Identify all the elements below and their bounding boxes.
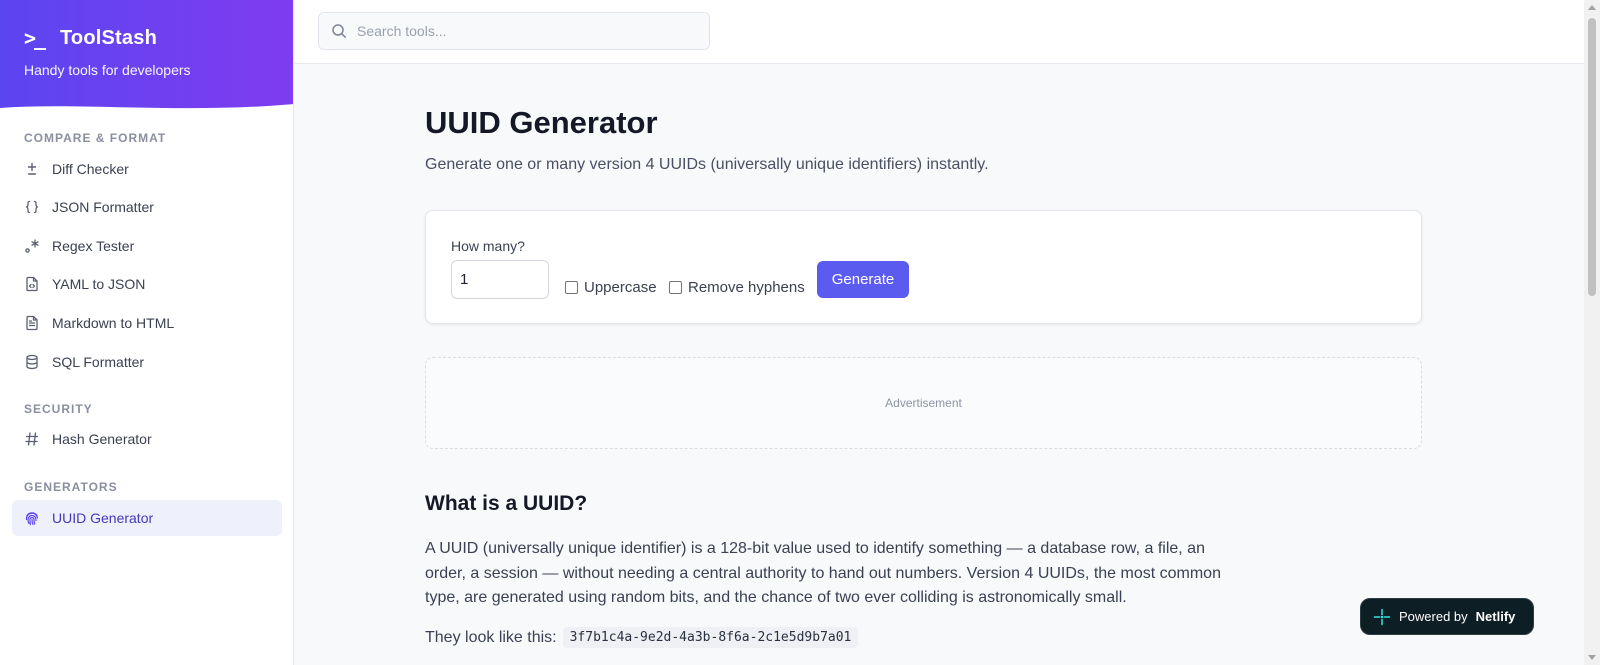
hash-icon <box>24 431 40 447</box>
remove-hyphens-option[interactable]: Remove hyphens <box>669 279 805 296</box>
fingerprint-icon <box>24 510 40 526</box>
section-security: SECURITY <box>24 402 93 416</box>
sidebar-item-hash-generator[interactable]: Hash Generator <box>12 421 282 457</box>
sidebar-item-regex-tester[interactable]: Regex Tester <box>12 228 282 264</box>
sidebar-item-sql-formatter[interactable]: SQL Formatter <box>12 344 282 380</box>
sidebar-item-label: Diff Checker <box>52 161 129 177</box>
sidebar-item-yaml-to-json[interactable]: YAML to JSON <box>12 266 282 302</box>
netlify-prefix: Powered by <box>1399 609 1468 624</box>
what-is-uuid-heading: What is a UUID? <box>425 492 588 515</box>
brand-header: >_ ToolStash Handy tools for developers <box>0 0 293 115</box>
page-title: UUID Generator <box>425 105 658 140</box>
remove-hyphens-label: Remove hyphens <box>688 279 805 296</box>
uppercase-label: Uppercase <box>584 279 657 296</box>
sidebar-item-label: YAML to JSON <box>52 276 146 292</box>
generate-button[interactable]: Generate <box>817 261 909 298</box>
sidebar-item-diff-checker[interactable]: Diff Checker <box>12 151 282 187</box>
page-subtitle: Generate one or many version 4 UUIDs (un… <box>425 156 989 173</box>
remove-hyphens-checkbox[interactable] <box>669 281 682 294</box>
netlify-logo-icon <box>1373 608 1391 625</box>
advertisement-label: Advertisement <box>885 396 962 410</box>
section-generators: GENERATORS <box>24 480 118 494</box>
how-many-label: How many? <box>451 238 525 254</box>
brand-tagline: Handy tools for developers <box>24 62 191 78</box>
regex-icon <box>24 238 40 254</box>
sidebar-item-markdown-to-html[interactable]: Markdown to HTML <box>12 305 282 341</box>
what-is-uuid-paragraph: A UUID (universally unique identifier) i… <box>425 540 1221 606</box>
netlify-name: Netlify <box>1475 609 1516 624</box>
section-compare-format: COMPARE & FORMAT <box>24 131 167 145</box>
database-icon <box>24 354 40 370</box>
search-input[interactable] <box>357 23 677 39</box>
sidebar: >_ ToolStash Handy tools for developers … <box>0 0 294 665</box>
example-uuid: 3f7b1c4a-9e2d-4a3b-8f6a-2c1e5d9b7a01 <box>562 627 859 648</box>
generator-card: How many? Uppercase Remove hyphens Gener… <box>425 210 1422 324</box>
sidebar-item-label: SQL Formatter <box>52 354 145 370</box>
top-bar <box>295 0 1584 64</box>
advertisement-slot: Advertisement <box>425 357 1422 449</box>
example-prefix: They look like this: <box>425 628 557 646</box>
page-scrollbar[interactable] <box>1584 0 1600 665</box>
quantity-input[interactable] <box>451 260 549 299</box>
search-icon <box>332 24 346 38</box>
sidebar-item-label: JSON Formatter <box>52 199 154 215</box>
brand-row[interactable]: >_ ToolStash <box>24 26 269 50</box>
sidebar-item-label: UUID Generator <box>52 510 154 526</box>
search-box[interactable] <box>318 12 710 50</box>
uppercase-option[interactable]: Uppercase <box>565 279 657 296</box>
main-content: UUID Generator Generate one or many vers… <box>295 65 1584 665</box>
scroll-down-arrow-icon[interactable] <box>1588 655 1596 660</box>
scroll-up-arrow-icon[interactable] <box>1588 5 1596 10</box>
sidebar-item-json-formatter[interactable]: JSON Formatter <box>12 189 282 225</box>
uuid-example: They look like this: 3f7b1c4a-9e2d-4a3b-… <box>425 627 859 648</box>
file-text-icon <box>24 315 40 331</box>
plus-minus-icon <box>24 161 40 177</box>
terminal-icon: >_ <box>24 26 46 50</box>
file-code-icon <box>24 276 40 292</box>
sidebar-item-label: Hash Generator <box>52 431 152 447</box>
braces-icon <box>24 199 40 215</box>
sidebar-item-uuid-generator[interactable]: UUID Generator <box>12 500 282 536</box>
sidebar-item-label: Markdown to HTML <box>52 315 175 331</box>
brand-wave-decoration <box>0 104 293 115</box>
netlify-badge[interactable]: Powered by Netlify <box>1360 598 1534 635</box>
scroll-thumb[interactable] <box>1588 18 1596 296</box>
sidebar-item-label: Regex Tester <box>52 238 135 254</box>
brand-name: ToolStash <box>60 26 157 49</box>
uppercase-checkbox[interactable] <box>565 281 578 294</box>
